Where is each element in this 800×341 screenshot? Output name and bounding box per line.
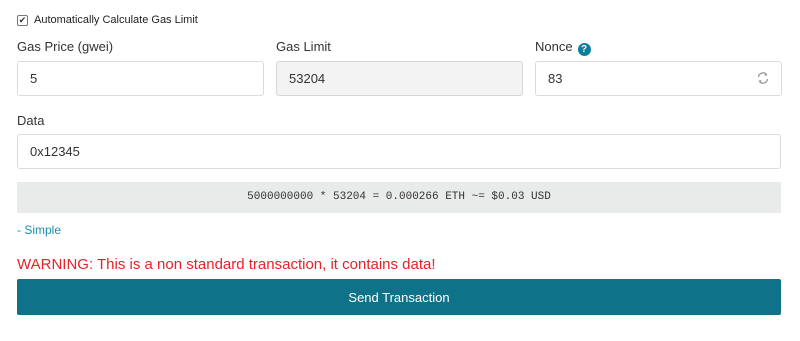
data-label: Data <box>17 113 45 128</box>
gas-limit-label: Gas Limit <box>276 39 331 54</box>
simple-mode-link[interactable]: - Simple <box>17 223 61 237</box>
auto-gas-limit-label: Automatically Calculate Gas Limit <box>34 14 198 26</box>
nonce-label-row: Nonce? <box>535 39 591 56</box>
nonce-value: 83 <box>548 71 563 86</box>
data-input[interactable]: 0x12345 <box>17 134 781 169</box>
refresh-icon[interactable] <box>756 71 770 85</box>
send-transaction-button[interactable]: Send Transaction <box>17 279 781 315</box>
gas-price-label: Gas Price (gwei) <box>17 39 114 54</box>
nonce-label: Nonce <box>535 39 573 54</box>
gas-limit-input[interactable]: 53204 <box>276 61 523 96</box>
help-icon[interactable]: ? <box>577 43 591 56</box>
auto-gas-limit-checkbox[interactable]: ✔ <box>17 14 28 26</box>
gas-price-input[interactable]: 5 <box>17 61 264 96</box>
data-warning: WARNING: This is a non standard transact… <box>17 256 436 273</box>
auto-gas-limit-row[interactable]: ✔ Automatically Calculate Gas Limit <box>17 12 198 28</box>
gas-calculation: 5000000000 * 53204 = 0.000266 ETH ~= $0.… <box>17 182 781 213</box>
nonce-input[interactable]: 83 <box>535 61 782 96</box>
